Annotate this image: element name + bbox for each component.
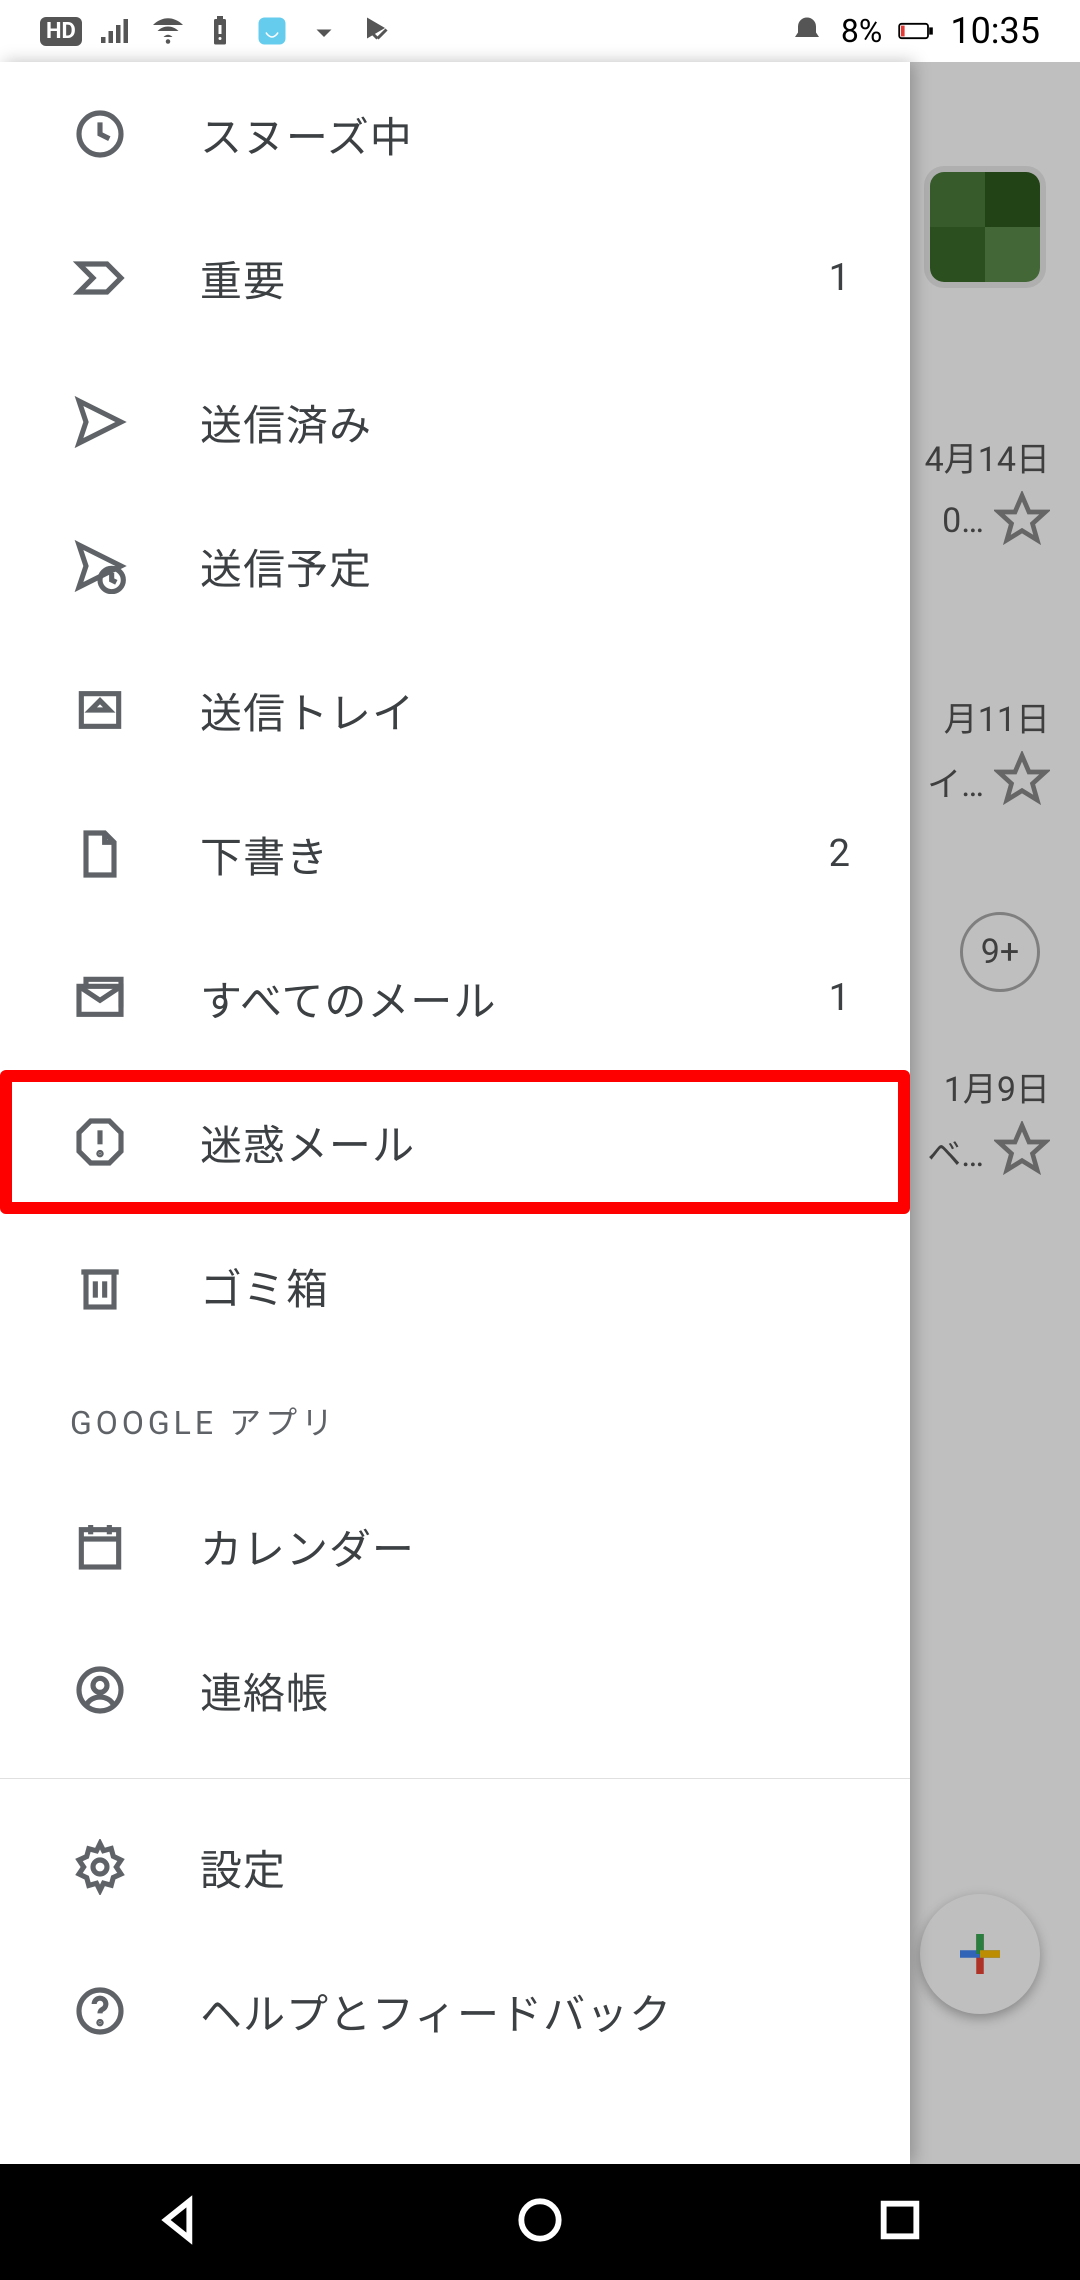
clock: 10:35 (950, 10, 1040, 52)
battery-percent: 8% (841, 12, 882, 50)
file-icon (70, 824, 130, 884)
home-button[interactable] (512, 2192, 568, 2252)
drawer-item-snoozed[interactable]: スヌーズ中 (0, 62, 910, 206)
battery-alert-icon (202, 13, 238, 49)
drawer-item-all-mail[interactable]: すべてのメール 1 (0, 926, 910, 1070)
system-nav-bar (0, 2164, 1080, 2280)
drawer-item-label: カレンダー (200, 1516, 870, 1577)
drawer-item-label: 設定 (200, 1837, 870, 1898)
wifi-icon (150, 13, 186, 49)
back-button[interactable] (152, 2192, 208, 2252)
drawer-item-count: 1 (829, 976, 850, 1020)
clock-icon (70, 104, 130, 164)
gear-icon (70, 1837, 130, 1897)
drawer-item-sent[interactable]: 送信済み (0, 350, 910, 494)
drawer-item-label: 連絡帳 (200, 1660, 870, 1721)
help-icon (70, 1981, 130, 2041)
app-icon (254, 13, 290, 49)
drawer-item-count: 1 (829, 256, 850, 300)
drawer-item-label: 下書き (200, 824, 829, 885)
scheduled-send-icon (70, 536, 130, 596)
send-icon (70, 392, 130, 452)
section-header-google-apps: GOOGLE アプリ (0, 1358, 910, 1474)
outbox-icon (70, 680, 130, 740)
mute-icon (789, 13, 825, 49)
hd-badge: HD (40, 17, 82, 46)
drawer-item-scheduled[interactable]: 送信予定 (0, 494, 910, 638)
drawer-item-drafts[interactable]: 下書き 2 (0, 782, 910, 926)
drawer-item-contacts[interactable]: 連絡帳 (0, 1618, 910, 1762)
divider (0, 1778, 910, 1779)
status-bar: HD 8% (0, 0, 1080, 62)
drawer-item-label: 迷惑メール (200, 1112, 850, 1173)
play-protect-icon (358, 13, 394, 49)
drawer-item-spam[interactable]: 迷惑メール (0, 1070, 910, 1214)
drawer-item-label: 送信トレイ (200, 680, 850, 741)
drawer-item-label: 送信済み (200, 392, 850, 453)
signal-icon (98, 13, 134, 49)
drawer-item-important[interactable]: 重要 1 (0, 206, 910, 350)
battery-icon (898, 13, 934, 49)
drawer-item-count: 2 (829, 832, 850, 876)
drawer-item-settings[interactable]: 設定 (0, 1795, 910, 1939)
navigation-drawer: スヌーズ中 重要 1 送信済み 送信 (0, 62, 910, 2164)
drawer-item-outbox[interactable]: 送信トレイ (0, 638, 910, 782)
important-icon (70, 248, 130, 308)
contacts-icon (70, 1660, 130, 1720)
calendar-icon (70, 1516, 130, 1576)
drawer-item-help[interactable]: ヘルプとフィードバック (0, 1939, 910, 2083)
drawer-item-calendar[interactable]: カレンダー (0, 1474, 910, 1618)
download-icon (306, 13, 342, 49)
drawer-item-trash[interactable]: ゴミ箱 (0, 1214, 910, 1358)
drawer-item-label: スヌーズ中 (200, 104, 850, 165)
drawer-item-label: 重要 (200, 248, 829, 309)
drawer-item-label: ゴミ箱 (200, 1256, 850, 1317)
drawer-item-label: 送信予定 (200, 536, 850, 597)
drawer-item-label: すべてのメール (200, 968, 829, 1029)
drawer-item-label: ヘルプとフィードバック (200, 1981, 870, 2042)
all-mail-icon (70, 968, 130, 1028)
trash-icon (70, 1256, 130, 1316)
spam-icon (70, 1112, 130, 1172)
recent-apps-button[interactable] (872, 2192, 928, 2252)
